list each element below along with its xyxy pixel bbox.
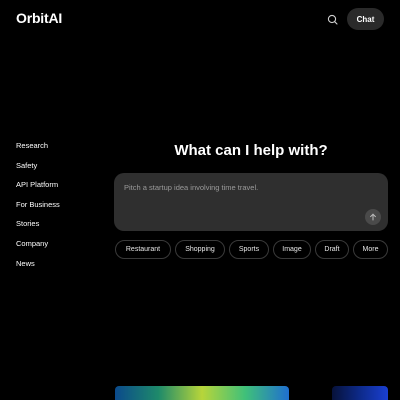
featured-card-image[interactable] [115,386,289,400]
sidebar-item-news[interactable]: News [16,258,60,278]
sidebar-item-company[interactable]: Company [16,238,60,258]
sidebar-item-api-platform[interactable]: API Platform [16,179,60,199]
chip-image[interactable]: Image [273,240,311,259]
chat-button[interactable]: Chat [347,8,384,30]
send-button[interactable] [365,209,381,225]
featured-card-image-secondary[interactable] [332,386,388,400]
logo[interactable]: OrbitAI [16,10,62,26]
chip-sports[interactable]: Sports [229,240,269,259]
sidebar-item-safety[interactable]: Safety [16,160,60,180]
prompt-input[interactable]: Pitch a startup idea involving time trav… [114,173,388,231]
prompt-placeholder: Pitch a startup idea involving time trav… [124,183,259,192]
search-button[interactable] [326,13,340,27]
arrow-up-icon [370,213,376,221]
chip-more[interactable]: More [353,240,388,259]
chip-draft[interactable]: Draft [315,240,349,259]
page-heading: What can I help with? [174,142,328,159]
chip-restaurant[interactable]: Restaurant [115,240,171,259]
suggestion-chips: Restaurant Shopping Sports Image Draft M… [115,240,388,259]
page: OrbitAI Chat Research Safety API Platfor… [0,0,400,400]
chip-shopping[interactable]: Shopping [175,240,225,259]
sidebar-item-for-business[interactable]: For Business [16,199,60,219]
search-icon [327,14,338,25]
sidebar-nav: Research Safety API Platform For Busines… [16,140,60,277]
sidebar-item-stories[interactable]: Stories [16,218,60,238]
sidebar-item-research[interactable]: Research [16,140,60,160]
